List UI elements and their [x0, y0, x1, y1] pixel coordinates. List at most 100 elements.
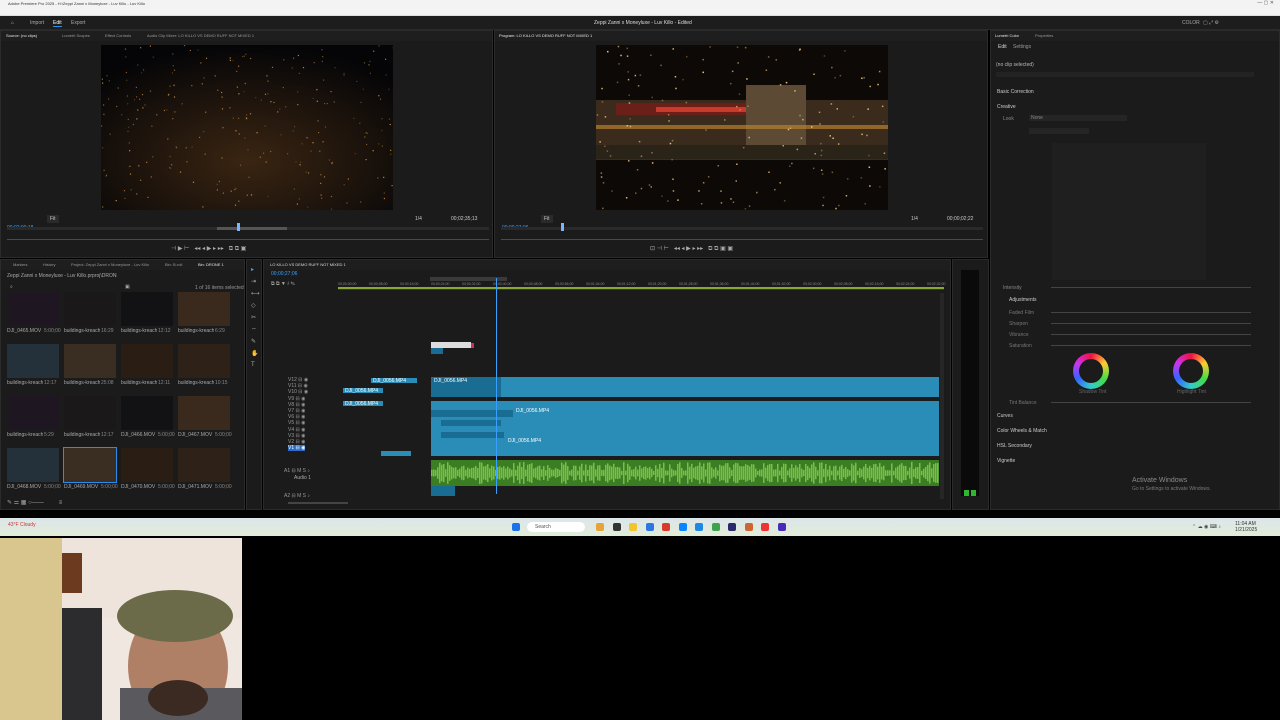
section-hsl-secondary[interactable]: HSL Secondary: [997, 443, 1032, 449]
taskbar-app-icon[interactable]: [777, 523, 786, 531]
start-icon[interactable]: [512, 523, 520, 531]
tab-markers[interactable]: Markers: [13, 262, 27, 267]
video-track-header[interactable]: V7 ⊟ ◉: [288, 408, 305, 414]
lumetri-subtab-edit[interactable]: Edit: [998, 44, 1007, 50]
workspace-color[interactable]: COLOR: [1182, 20, 1200, 26]
window-controls[interactable]: — ▢ ✕: [1257, 0, 1274, 6]
tab-lumetri-scopes[interactable]: Lumetri Scopes: [62, 33, 90, 38]
taskbar-app-icon[interactable]: [612, 523, 621, 531]
taskbar-app-icon[interactable]: [662, 523, 670, 531]
lumetri-clip-dropdown[interactable]: [996, 72, 1254, 77]
tab-properties[interactable]: Properties: [1035, 33, 1053, 38]
clip-thumbnail[interactable]: [121, 448, 173, 482]
bin-icon[interactable]: ▣: [125, 284, 130, 290]
tab-sequence[interactable]: LO KILLO VS DEMO RUFF NOT MIXED 1: [270, 262, 346, 267]
tab-bin-drone[interactable]: Bin: DRONE 1: [198, 262, 224, 267]
program-quality-dropdown[interactable]: 1/4: [911, 215, 918, 223]
section-color-wheels[interactable]: Color Wheels & Match: [997, 428, 1047, 434]
system-tray-icons[interactable]: ⌃ ☁ ◉ ⌨ ♪: [1192, 524, 1221, 530]
video-track-header[interactable]: V10 ⊟ ◉: [288, 389, 308, 395]
adjustments-header[interactable]: Adjustments: [1009, 297, 1037, 303]
tab-project[interactable]: Project: Zeppi Zanni x Moneyluxe - Luv K…: [71, 262, 149, 267]
tab-audio-clip-mixer[interactable]: Audio Clip Mixer: LO KILLO VS DEMO RUFF …: [147, 33, 254, 38]
tab-history[interactable]: History: [43, 262, 55, 267]
adjustment-slider[interactable]: [1051, 323, 1251, 324]
source-quality-dropdown[interactable]: 1/4: [415, 215, 422, 223]
source-zoom-bar[interactable]: [7, 239, 489, 240]
program-fit-dropdown[interactable]: Fit: [541, 215, 553, 223]
section-vignette[interactable]: Vignette: [997, 458, 1015, 464]
taskbar-search[interactable]: Search: [527, 522, 585, 532]
clip-thumbnail[interactable]: [7, 344, 59, 378]
taskbar-app-icon[interactable]: [744, 523, 753, 531]
video-track-header[interactable]: V6 ⊟ ◉: [288, 414, 305, 420]
clip-thumbnail[interactable]: [63, 447, 117, 483]
timeline-tracks-area[interactable]: DJI_0056.MP4 DJI_0056.MP4 DJI_0056.MP4 D…: [338, 278, 944, 502]
tool-icon[interactable]: T: [251, 362, 255, 368]
tool-icon[interactable]: ◇: [251, 302, 256, 309]
clip-thumbnail[interactable]: [64, 292, 116, 326]
program-mini-timeline[interactable]: [501, 223, 983, 231]
video-clip-v3[interactable]: [441, 432, 504, 438]
clip-thumbnail[interactable]: [121, 344, 173, 378]
section-basic-correction[interactable]: Basic Correction: [997, 89, 1034, 95]
source-fit-dropdown[interactable]: Fit: [47, 215, 59, 223]
audio-track-header[interactable]: A2 ⊟ M S ♪: [284, 493, 310, 499]
graphic-clip-thumb[interactable]: [431, 348, 443, 354]
clip-thumbnail[interactable]: [64, 396, 116, 430]
clip-thumbnail[interactable]: [178, 292, 230, 326]
clip-thumbnail[interactable]: [178, 448, 230, 482]
tab-import[interactable]: Import: [30, 20, 44, 26]
tab-export[interactable]: Export: [71, 20, 85, 26]
audio-clip-a1[interactable]: [431, 460, 939, 486]
source-timecode-left[interactable]: 00;02;00;18: [7, 216, 33, 234]
taskbar-app-icon[interactable]: [678, 523, 687, 531]
clip-thumbnail[interactable]: [7, 396, 59, 430]
adjustment-slider[interactable]: [1051, 312, 1251, 313]
video-track-header[interactable]: V3 ⊟ ◉: [288, 433, 305, 439]
video-track-header[interactable]: V9 ⊟ ◉: [288, 396, 305, 402]
video-track-header[interactable]: V5 ⊟ ◉: [288, 420, 305, 426]
workspace-icon[interactable]: ▢ ⤢ ⚙: [1203, 20, 1219, 26]
taskbar-app-icon[interactable]: [629, 523, 637, 531]
timeline-toolbar[interactable]: ⧉ ⧉ ▼ ⌇ ✎: [271, 281, 295, 287]
audio-clip-a2[interactable]: [431, 486, 455, 496]
creative-look-dropdown[interactable]: None: [1029, 115, 1127, 121]
tab-edit[interactable]: Edit: [53, 20, 62, 27]
video-clip-v1-pre[interactable]: [381, 451, 411, 456]
tool-icon[interactable]: ⇔: [251, 326, 257, 332]
creative-look-preset-dropdown[interactable]: [1029, 128, 1089, 134]
timeline-timecode[interactable]: 00;00;27;06: [271, 271, 297, 277]
adjustment-slider[interactable]: [1051, 334, 1251, 335]
program-zoom-bar[interactable]: [501, 239, 983, 240]
video-track-header[interactable]: V2 ⊟ ◉: [288, 439, 305, 445]
timeline-horizontal-scrollbar[interactable]: [288, 502, 348, 504]
program-transport-controls[interactable]: ⊡ ⊣ ⊢ ◂◂ ◂ ▶ ▸ ▸▸ ⧉ ⧉ ▣ ▣: [650, 245, 733, 253]
lumetri-subtab-settings[interactable]: Settings: [1013, 44, 1031, 50]
clip-thumbnail[interactable]: [7, 292, 59, 326]
clip-thumbnail[interactable]: [178, 344, 230, 378]
tool-icon[interactable]: ✂: [251, 314, 256, 321]
project-footer-controls[interactable]: ✎ ☰ ▦ ○—— ≡: [7, 500, 62, 506]
clip-thumbnail[interactable]: [7, 448, 59, 482]
tab-effect-controls[interactable]: Effect Controls: [105, 33, 131, 38]
home-icon[interactable]: ⌂: [11, 20, 14, 26]
weather-widget[interactable]: 43°F Cloudy: [8, 522, 36, 528]
tab-bin-broll[interactable]: Bin: B-roll: [165, 262, 182, 267]
playhead[interactable]: [496, 278, 497, 494]
video-track-header[interactable]: V1 ⊟ ◉: [288, 445, 306, 452]
clip-thumbnail[interactable]: [121, 396, 173, 430]
intensity-slider[interactable]: [1051, 287, 1251, 288]
source-video-frame[interactable]: [101, 45, 393, 210]
video-track-header[interactable]: V11 ⊟ ◉: [288, 383, 308, 389]
video-track-header[interactable]: V4 ⊟ ◉: [288, 427, 305, 433]
clip-thumbnail[interactable]: [64, 344, 116, 378]
clip-thumbnail[interactable]: [178, 396, 230, 430]
clip-thumbnail[interactable]: [121, 292, 173, 326]
taskbar-app-icon[interactable]: [728, 523, 736, 531]
tool-icon[interactable]: ⟷: [251, 290, 260, 297]
tool-icon[interactable]: ✋: [251, 350, 258, 357]
video-clip-v5[interactable]: [431, 410, 513, 417]
section-creative[interactable]: Creative: [997, 104, 1016, 110]
highlight-tint-wheel[interactable]: [1173, 353, 1209, 389]
